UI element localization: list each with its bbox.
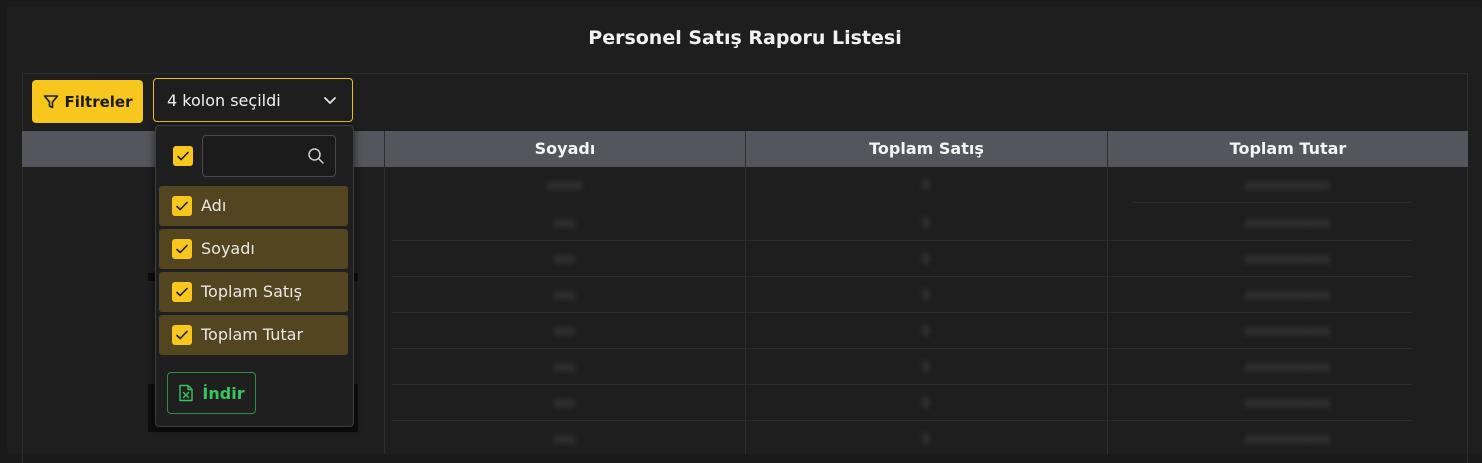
column-option-toplam-tutar[interactable]: Toplam Tutar [159, 315, 348, 355]
cell-surname: xxx [553, 252, 576, 266]
column-option-toplam-satis[interactable]: Toplam Satış [159, 272, 348, 312]
column-header-soyadi[interactable]: Soyadı [384, 131, 745, 167]
cell-count: 0 [922, 216, 930, 230]
cell-count: 0 [922, 360, 930, 374]
excel-file-icon [179, 384, 194, 402]
page-title: Personel Satış Raporu Listesi [588, 27, 902, 49]
cell-amount: xxxxxxxxxxxx [1244, 288, 1331, 302]
cell-count: 0 [922, 324, 930, 338]
row-divider [1132, 202, 1412, 203]
column-option-soyadi[interactable]: Soyadı [159, 229, 348, 269]
cell-count: 0 [922, 252, 930, 266]
cell-amount: xxxxxxxxxxxx [1244, 216, 1331, 230]
cell-surname: xxx [553, 324, 576, 338]
check-icon [176, 201, 188, 211]
cell-surname: xxxxx [546, 178, 583, 192]
column-search-input[interactable] [203, 136, 303, 174]
column-option-label: Adı [201, 196, 227, 215]
filter-button[interactable]: Filtreler [32, 80, 143, 123]
check-icon [177, 151, 189, 161]
column-select[interactable]: 4 kolon seçildi [153, 78, 353, 122]
cell-amount: xxxxxxxxxxxx [1244, 252, 1331, 266]
column-checkbox[interactable] [172, 325, 192, 345]
check-icon [176, 330, 188, 340]
column-checkbox[interactable] [172, 239, 192, 259]
column-option-label: Toplam Tutar [201, 325, 304, 344]
cell-count: 0 [922, 396, 930, 410]
filter-icon [43, 94, 58, 108]
chevron-down-icon [324, 97, 336, 105]
cell-amount: xxxxxxxxxxxx [1244, 324, 1331, 338]
cell-surname: xxx [553, 216, 576, 230]
cell-surname: xxx [553, 432, 576, 446]
column-dropdown: Adı Soyadı Toplam Satış Toplam Tutar İnd… [155, 125, 354, 427]
cell-count: 0 [922, 178, 930, 192]
download-button-label: İndir [202, 383, 245, 403]
cell-surname: xxx [553, 396, 576, 410]
search-icon [308, 148, 324, 164]
column-search[interactable] [202, 135, 336, 177]
column-checkbox[interactable] [172, 282, 192, 302]
column-header-toplam-tutar[interactable]: Toplam Tutar [1107, 131, 1468, 167]
cell-count: 0 [922, 288, 930, 302]
download-excel-button[interactable]: İndir [167, 372, 256, 414]
check-icon [176, 287, 188, 297]
column-option-label: Toplam Satış [201, 282, 302, 301]
cell-amount: xxxxxxxxxxxx [1244, 178, 1331, 192]
column-option-adi[interactable]: Adı [159, 186, 348, 226]
column-option-label: Soyadı [201, 239, 255, 258]
cell-surname: xxx [553, 288, 576, 302]
cell-surname: xxx [553, 360, 576, 374]
column-select-value: 4 kolon seçildi [167, 90, 281, 110]
cell-amount: xxxxxxxxxxxx [1244, 360, 1331, 374]
cell-amount: xxxxxxxxxxxx [1244, 396, 1331, 410]
column-header-toplam-satis[interactable]: Toplam Satış [745, 131, 1107, 167]
filter-button-label: Filtreler [64, 92, 133, 111]
check-icon [176, 244, 188, 254]
cell-amount: xxxxxxxxxxxx [1244, 432, 1331, 446]
column-checkbox[interactable] [172, 196, 192, 216]
select-all-checkbox[interactable] [173, 146, 193, 166]
cell-count: 0 [922, 432, 930, 446]
